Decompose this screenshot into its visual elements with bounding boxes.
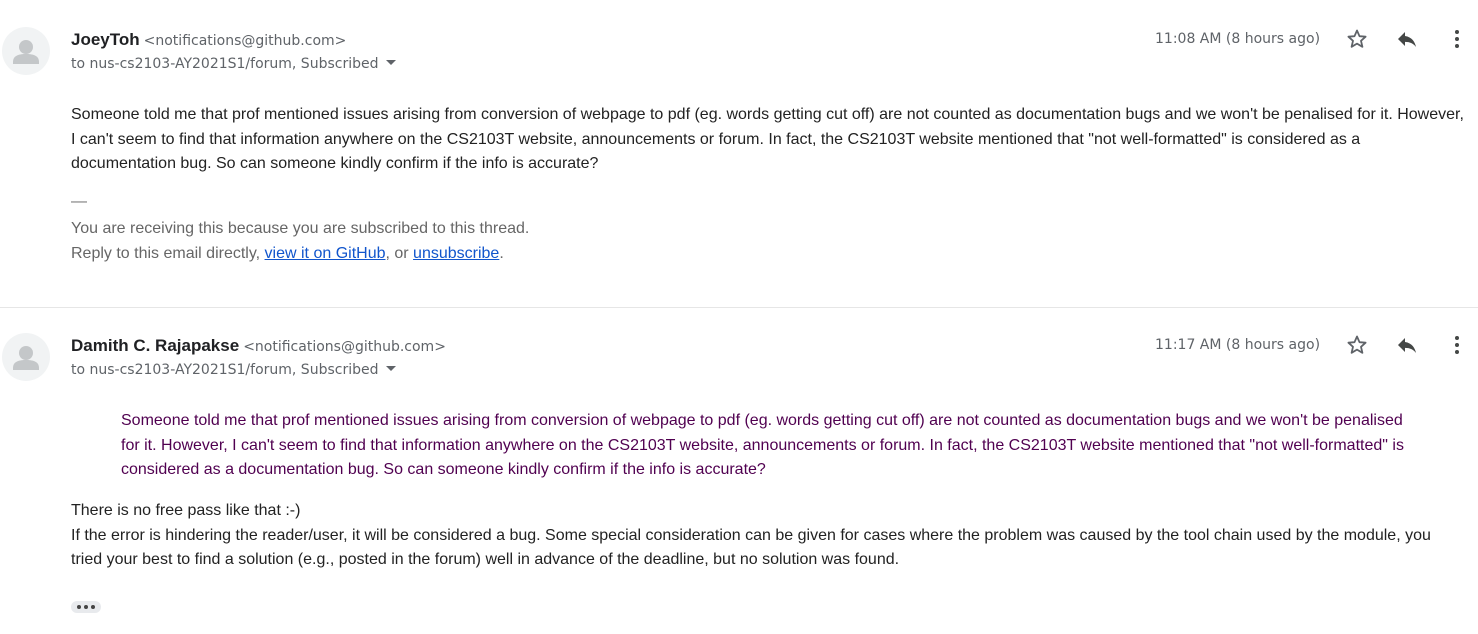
sender-name[interactable]: JoeyToh (71, 30, 140, 49)
reply-button[interactable] (1391, 23, 1423, 55)
ellipsis-icon (84, 605, 88, 609)
show-trimmed-content-button[interactable] (71, 601, 101, 613)
view-on-github-link[interactable]: view it on GitHub (265, 245, 386, 262)
sender-line: Damith C. Rajapakse <notifications@github… (71, 336, 446, 356)
avatar[interactable] (2, 333, 50, 381)
reply-arrow-icon (1398, 32, 1416, 47)
more-vertical-icon (1455, 336, 1459, 354)
more-options-button[interactable] (1441, 23, 1473, 55)
recipient-text: to nus-cs2103-AY2021S1/forum, Subscribed (71, 56, 379, 72)
message-body: Someone told me that prof mentioned issu… (71, 106, 1464, 172)
default-avatar-icon (13, 346, 39, 370)
footer-notice: You are receiving this because you are s… (71, 220, 530, 237)
ellipsis-icon (77, 605, 81, 609)
unsubscribe-link[interactable]: unsubscribe (413, 245, 499, 262)
recipient-details-toggle[interactable]: to nus-cs2103-AY2021S1/forum, Subscribed (71, 362, 397, 378)
reply-line-1: There is no free pass like that :-) (71, 502, 301, 519)
timestamp: 11:08 AM (8 hours ago) (1155, 31, 1321, 47)
star-button[interactable] (1341, 329, 1373, 361)
email-message-2: Damith C. Rajapakse <notifications@github… (0, 308, 1478, 634)
star-button[interactable] (1341, 23, 1373, 55)
more-options-button[interactable] (1441, 329, 1473, 361)
star-outline-icon (1347, 335, 1367, 354)
timestamp: 11:17 AM (8 hours ago) (1155, 337, 1321, 353)
sender-line: JoeyToh <notifications@github.com> (71, 30, 346, 50)
chevron-down-icon[interactable] (386, 59, 397, 65)
quoted-text: Someone told me that prof mentioned issu… (121, 412, 1404, 478)
reply-arrow-icon (1398, 338, 1416, 353)
recipient-details-toggle[interactable]: to nus-cs2103-AY2021S1/forum, Subscribed (71, 56, 397, 72)
reply-line-2: If the error is hindering the reader/use… (71, 526, 1431, 569)
chevron-down-icon[interactable] (386, 365, 397, 371)
sender-email: <notifications@github.com> (143, 33, 347, 49)
star-outline-icon (1347, 29, 1367, 48)
ellipsis-icon (91, 605, 95, 609)
message-body: There is no free pass like that :-) If t… (71, 499, 1466, 573)
sender-email: <notifications@github.com> (243, 339, 446, 355)
sender-name[interactable]: Damith C. Rajapakse (71, 336, 239, 355)
email-footer: You are receiving this because you are s… (71, 217, 529, 266)
recipient-text: to nus-cs2103-AY2021S1/forum, Subscribed (71, 362, 379, 378)
avatar[interactable] (2, 27, 50, 75)
more-vertical-icon (1455, 30, 1459, 48)
email-message-1: JoeyToh <notifications@github.com> to nus… (0, 0, 1478, 308)
footer-prefix: Reply to this email directly, (71, 244, 265, 262)
footer-middle: , or (385, 244, 414, 262)
footer-suffix: . (499, 244, 504, 262)
footer-separator: — (71, 193, 87, 210)
footer-actions: Reply to this email directly, view it on… (71, 242, 529, 267)
reply-button[interactable] (1391, 329, 1423, 361)
default-avatar-icon (13, 40, 39, 64)
